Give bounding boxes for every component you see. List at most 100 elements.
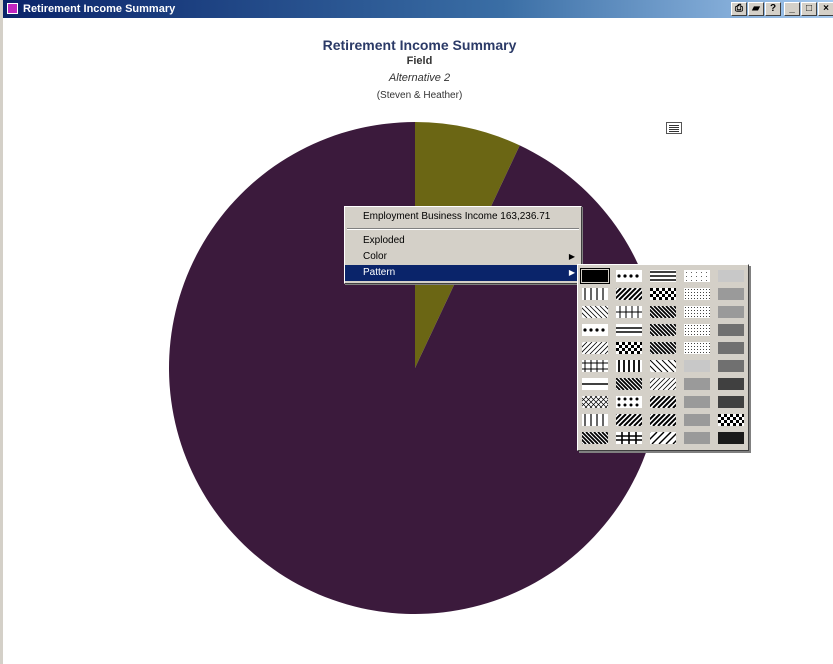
checker-bold-pattern-icon <box>616 342 642 354</box>
hbars-double-pattern-icon <box>616 324 642 336</box>
gray-darker-pattern-icon <box>718 378 744 390</box>
cross-pattern-icon <box>616 306 642 318</box>
sparse-dots-pattern-icon <box>684 270 710 282</box>
submenu-arrow-icon: ▶ <box>568 268 575 277</box>
pattern-swatch[interactable] <box>684 288 710 300</box>
pattern-swatch[interactable] <box>684 360 710 372</box>
pattern-swatch[interactable] <box>650 396 676 408</box>
pattern-swatch[interactable] <box>616 432 642 444</box>
pattern-swatch[interactable] <box>718 270 744 282</box>
menu-item-pattern[interactable]: Pattern ▶ <box>345 265 581 281</box>
checker-bold-pattern-icon <box>650 288 676 300</box>
pattern-swatch[interactable] <box>684 414 710 426</box>
fine-dots-pattern-icon <box>684 288 710 300</box>
menu-item-color[interactable]: Color ▶ <box>345 249 581 265</box>
pattern-swatch[interactable] <box>582 342 608 354</box>
pattern-swatch[interactable] <box>650 342 676 354</box>
dots-bold-pattern-icon <box>616 396 642 408</box>
pattern-palette <box>577 264 749 451</box>
pattern-swatch[interactable] <box>650 414 676 426</box>
menu-item-label: Pattern <box>363 267 396 278</box>
pattern-swatch[interactable] <box>684 270 710 282</box>
pattern-swatch[interactable] <box>684 324 710 336</box>
pattern-swatch[interactable] <box>616 360 642 372</box>
cross-bold-pattern-icon <box>616 432 642 444</box>
fine-dots-pattern-icon <box>684 306 710 318</box>
vlines-pattern-icon <box>582 288 608 300</box>
diag-thin-pattern-icon <box>650 378 676 390</box>
pattern-swatch[interactable] <box>650 432 676 444</box>
pattern-swatch[interactable] <box>684 432 710 444</box>
checker-bold-pattern-icon <box>718 414 744 426</box>
pattern-swatch[interactable] <box>582 396 608 408</box>
pattern-swatch[interactable] <box>718 396 744 408</box>
menu-separator <box>347 228 579 230</box>
gray-light-pattern-icon <box>684 360 710 372</box>
pattern-swatch[interactable] <box>650 324 676 336</box>
diag-thin-back-pattern-icon <box>582 306 608 318</box>
diag-sparse-pattern-icon <box>650 432 676 444</box>
pattern-swatch[interactable] <box>616 306 642 318</box>
menu-item-label: Exploded <box>363 235 405 246</box>
pattern-swatch[interactable] <box>718 360 744 372</box>
pattern-swatch[interactable] <box>582 306 608 318</box>
pattern-swatch[interactable] <box>582 414 608 426</box>
diag-back-sparse-pattern-icon <box>650 360 676 372</box>
gray-mid-pattern-icon <box>684 378 710 390</box>
dots-pattern-icon <box>582 324 608 336</box>
pattern-swatch[interactable] <box>650 360 676 372</box>
pattern-swatch[interactable] <box>718 288 744 300</box>
diamond-pattern-icon <box>582 396 608 408</box>
pattern-swatch[interactable] <box>684 378 710 390</box>
pattern-swatch[interactable] <box>650 306 676 318</box>
gray-dark-pattern-icon <box>718 342 744 354</box>
gray-mid-pattern-icon <box>684 396 710 408</box>
diag-back-bold-pattern-icon <box>650 324 676 336</box>
pattern-swatch[interactable] <box>616 324 642 336</box>
pattern-swatch[interactable] <box>582 288 608 300</box>
pattern-swatch[interactable] <box>582 432 608 444</box>
pattern-swatch[interactable] <box>650 378 676 390</box>
vlines-pattern-icon <box>582 414 608 426</box>
pattern-swatch[interactable] <box>718 324 744 336</box>
pattern-swatch[interactable] <box>616 342 642 354</box>
pattern-swatch[interactable] <box>718 306 744 318</box>
gray-dark-pattern-icon <box>718 324 744 336</box>
diag-back-pattern-icon <box>650 306 676 318</box>
gray-light-pattern-icon <box>718 270 744 282</box>
gray-mid-pattern-icon <box>718 288 744 300</box>
pattern-swatch[interactable] <box>582 360 608 372</box>
fine-dots-pattern-icon <box>684 324 710 336</box>
pattern-swatch[interactable] <box>718 414 744 426</box>
vlines-thick-pattern-icon <box>616 360 642 372</box>
menu-item-label: Color <box>363 251 387 262</box>
pattern-swatch[interactable] <box>718 342 744 354</box>
pattern-swatch[interactable] <box>616 414 642 426</box>
pattern-swatch[interactable] <box>616 270 642 282</box>
pattern-swatch[interactable] <box>650 270 676 282</box>
diag-back-bold-pattern-icon <box>616 378 642 390</box>
diag-thick-pattern-icon <box>616 288 642 300</box>
pattern-swatch[interactable] <box>718 432 744 444</box>
pattern-swatch[interactable] <box>580 268 610 284</box>
pattern-swatch[interactable] <box>718 378 744 390</box>
report-window: Retirement Income Summary ⎙ ▰? _ □ × Retirem… <box>0 0 833 664</box>
grid-pattern-icon <box>582 360 608 372</box>
diag-bold-pattern-icon <box>616 414 642 426</box>
gray-mid-pattern-icon <box>684 432 710 444</box>
pattern-swatch[interactable] <box>582 324 608 336</box>
pattern-swatch[interactable] <box>684 342 710 354</box>
pattern-swatch[interactable] <box>616 288 642 300</box>
pattern-swatch[interactable] <box>582 378 608 390</box>
gray-mid-pattern-icon <box>718 306 744 318</box>
pattern-swatch[interactable] <box>616 378 642 390</box>
pattern-swatch[interactable] <box>684 396 710 408</box>
menu-item-exploded[interactable]: Exploded <box>345 233 581 249</box>
hline-pattern-icon <box>582 378 608 390</box>
gray-darker-pattern-icon <box>718 396 744 408</box>
pattern-swatch[interactable] <box>684 306 710 318</box>
pattern-swatch[interactable] <box>616 396 642 408</box>
pattern-swatch[interactable] <box>650 288 676 300</box>
gray-dark-pattern-icon <box>718 360 744 372</box>
fine-dots-pattern-icon <box>684 342 710 354</box>
